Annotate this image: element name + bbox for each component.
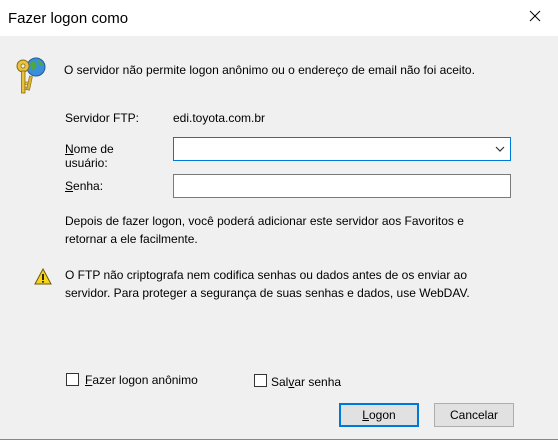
window-title: Fazer logon como xyxy=(8,10,129,27)
username-label: Nome de usuário: xyxy=(65,142,114,170)
password-field[interactable] xyxy=(173,174,511,198)
error-message: O servidor não permite logon anônimo ou … xyxy=(64,63,475,77)
close-button[interactable] xyxy=(512,0,558,32)
close-icon xyxy=(529,10,541,22)
chevron-down-icon[interactable] xyxy=(494,143,506,155)
logon-button[interactable]: Logon xyxy=(339,403,419,427)
ftp-security-warning: O FTP não criptografa nem codifica senha… xyxy=(65,268,470,300)
save-password-checkbox[interactable] xyxy=(254,374,267,387)
favorites-info: Depois de fazer logon, você poderá adici… xyxy=(65,214,464,246)
warning-icon xyxy=(34,267,52,286)
server-value: edi.toyota.com.br xyxy=(173,111,266,125)
anonymous-logon-checkbox[interactable] xyxy=(66,373,79,386)
cancel-button[interactable]: Cancelar xyxy=(434,403,514,427)
logon-dialog: Fazer logon como O servidor não permite … xyxy=(0,0,558,440)
title-bar: Fazer logon como xyxy=(0,0,558,36)
anonymous-logon-label[interactable]: Fazer logon anônimo xyxy=(85,373,198,387)
save-password-label[interactable]: Salvar senha xyxy=(271,375,341,389)
server-label: Servidor FTP: xyxy=(65,111,140,125)
keys-globe-icon xyxy=(14,54,50,98)
password-label: Senha: xyxy=(65,179,104,193)
username-combobox[interactable] xyxy=(173,137,511,161)
